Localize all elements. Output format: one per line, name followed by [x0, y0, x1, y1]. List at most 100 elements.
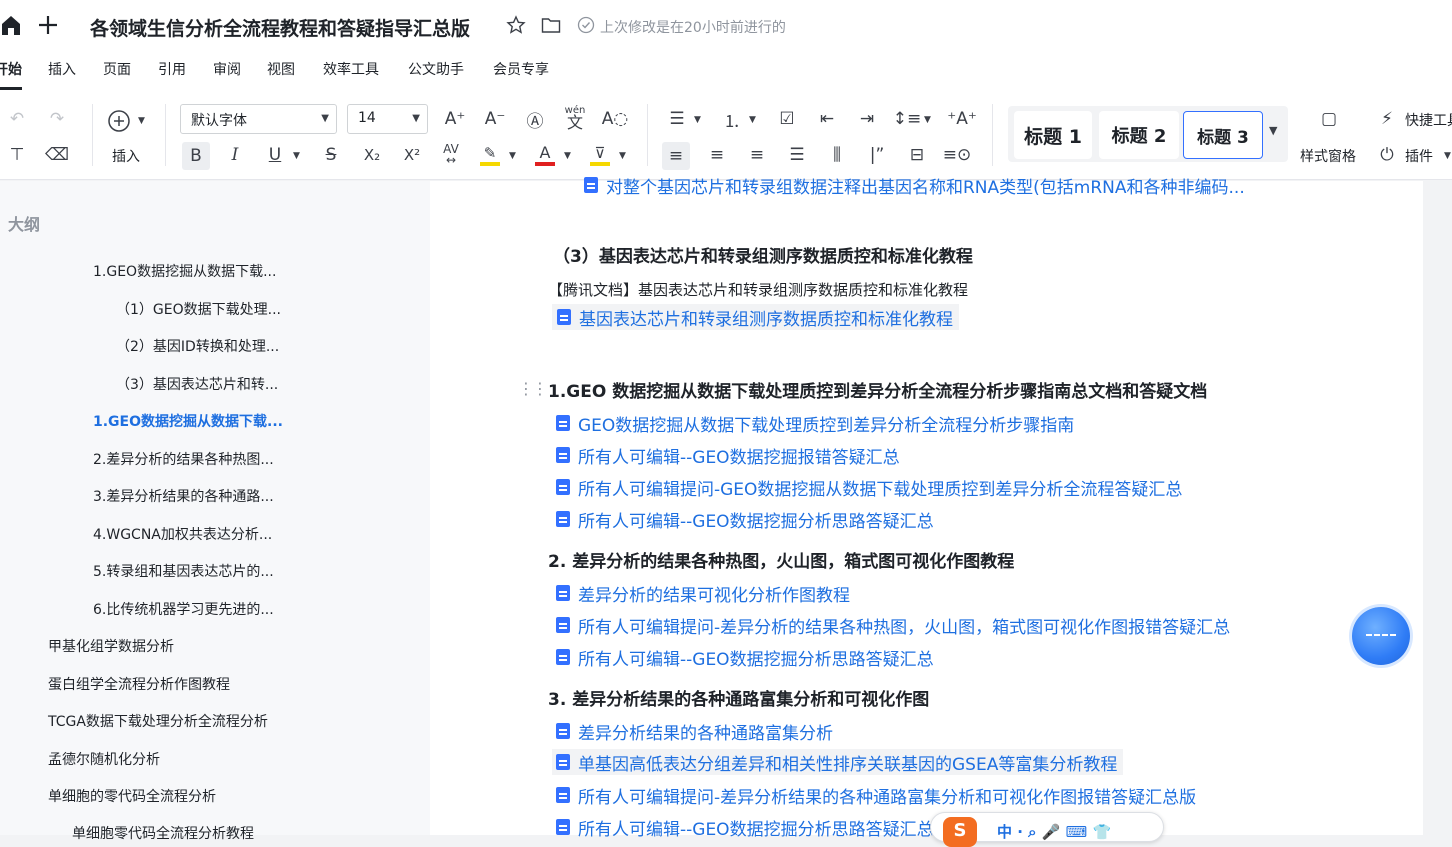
highlight-icon[interactable]: ✎ — [479, 142, 501, 168]
insert-label[interactable]: 插入 — [112, 146, 140, 166]
highlight-caret-icon[interactable]: ▼ — [509, 151, 516, 161]
style-heading-2[interactable]: 标题 2 — [1099, 111, 1179, 159]
line-spacing-icon[interactable]: ↕≡ — [893, 108, 922, 130]
doc-link[interactable]: 所有人可编辑--GEO数据挖掘分析思路答疑汇总 — [556, 814, 934, 840]
insert-caret-icon[interactable]: ▼ — [138, 116, 145, 126]
home-icon[interactable] — [0, 14, 22, 36]
ai-assistant-button[interactable] — [1352, 607, 1410, 665]
outline-item-active[interactable]: 1.GEO数据挖掘从数据下载... — [93, 411, 283, 431]
indent-icon[interactable]: ⇥ — [856, 108, 878, 130]
quote-icon[interactable]: |” — [866, 144, 888, 166]
outline-item[interactable]: （2）基因ID转换和处理... — [116, 336, 279, 356]
align-left-icon[interactable]: ≡ — [662, 142, 690, 170]
menu-member[interactable]: 会员专享 — [493, 59, 549, 79]
outline-item[interactable]: 甲基化组学数据分析 — [48, 636, 174, 656]
ime-controls[interactable]: 中 · ⌕ 🎤 ⌨ 👕 — [997, 821, 1111, 842]
menu-official-assistant[interactable]: 公文助手 — [408, 59, 464, 79]
plugins-label[interactable]: 插件 — [1405, 146, 1433, 166]
menu-page[interactable]: 页面 — [103, 59, 131, 79]
plugins-caret-icon[interactable]: ▼ — [1444, 151, 1451, 161]
menu-insert[interactable]: 插入 — [48, 59, 76, 79]
folder-icon[interactable] — [541, 16, 561, 34]
menu-reference[interactable]: 引用 — [158, 59, 186, 79]
outline-item[interactable]: 单细胞的零代码全流程分析 — [48, 786, 216, 806]
outline-item[interactable]: 1.GEO数据挖掘从数据下载... — [93, 261, 276, 281]
format-painter-icon[interactable]: ⊤ — [6, 144, 28, 166]
sogou-logo-icon[interactable]: S — [943, 817, 977, 847]
doc-link[interactable]: 所有人可编辑--GEO数据挖掘报错答疑汇总 — [556, 442, 900, 468]
plugin-icon[interactable]: ⏻ — [1376, 144, 1398, 166]
paragraph-settings-icon[interactable]: ≡⊙ — [943, 144, 972, 166]
menu-start[interactable]: 开始 — [0, 59, 22, 79]
redo-icon[interactable]: ↷ — [46, 108, 68, 130]
outdent-icon[interactable]: ⇤ — [816, 108, 838, 130]
bullet-list-caret-icon[interactable]: ▼ — [694, 115, 701, 125]
paragraph-spacing-icon[interactable]: ⁺A⁺ — [947, 108, 977, 130]
doc-link[interactable]: 差异分析结果的各种通路富集分析 — [556, 718, 833, 744]
doc-link[interactable]: 基因表达芯片和转录组测序数据质控和标准化教程 — [552, 304, 959, 330]
doc-link[interactable]: 差异分析的结果可视化分析作图教程 — [556, 580, 850, 606]
phonetic-icon[interactable]: wén 文 — [564, 104, 586, 132]
font-size-select[interactable]: 14 ▼ — [347, 104, 428, 134]
document-title[interactable]: 各领域生信分析全流程教程和答疑指导汇总版 — [90, 14, 470, 41]
distribute-icon[interactable]: ⫼ — [826, 144, 848, 166]
outline-item[interactable]: （1）GEO数据下载处理... — [116, 299, 281, 319]
line-spacing-caret-icon[interactable]: ▼ — [924, 115, 931, 125]
doc-link[interactable]: 所有人可编辑--GEO数据挖掘分析思路答疑汇总 — [556, 644, 934, 670]
outline-item[interactable]: （3）基因表达芯片和转... — [116, 374, 278, 394]
outline-item[interactable]: TCGA数据下载处理分析全流程分析 — [48, 711, 268, 731]
plus-icon[interactable] — [37, 14, 59, 36]
outline-item[interactable]: 蛋白组学全流程分析作图教程 — [48, 674, 230, 694]
subscript-icon[interactable]: X₂ — [360, 144, 384, 166]
outline-item[interactable]: 孟德尔随机化分析 — [48, 749, 160, 769]
style-gallery-expand-icon[interactable]: ▼ — [1269, 124, 1277, 137]
undo-icon[interactable]: ↶ — [6, 108, 28, 130]
outline-item[interactable]: 6.比传统机器学习更先进的... — [93, 599, 274, 619]
underline-icon[interactable]: U — [264, 144, 286, 166]
checklist-icon[interactable]: ☑ — [776, 108, 798, 130]
outline-item[interactable]: 2.差异分析的结果各种热图... — [93, 449, 274, 469]
doc-link[interactable]: 所有人可编辑--GEO数据挖掘分析思路答疑汇总 — [556, 506, 934, 532]
menu-efficiency-tools[interactable]: 效率工具 — [323, 59, 379, 79]
style-pane-icon[interactable]: ▢ — [1318, 108, 1340, 130]
font-color-icon[interactable]: A — [534, 142, 556, 168]
superscript-icon[interactable]: X² — [400, 144, 424, 166]
menu-view[interactable]: 视图 — [267, 59, 295, 79]
quick-tools-label[interactable]: 快捷工具 — [1405, 110, 1452, 130]
menu-review[interactable]: 审阅 — [213, 59, 241, 79]
style-heading-1[interactable]: 标题 1 — [1014, 111, 1092, 159]
align-center-icon[interactable]: ≡ — [706, 144, 728, 166]
doc-link[interactable]: 所有人可编辑提问-GEO数据挖掘从数据下载处理质控到差异分析全流程答疑汇总 — [556, 474, 1182, 500]
justify-icon[interactable]: ☰ — [786, 144, 808, 166]
numbered-list-icon[interactable]: ⒈ — [721, 108, 743, 132]
lightning-icon[interactable]: ⚡ — [1376, 108, 1398, 130]
align-right-icon[interactable]: ≡ — [746, 144, 768, 166]
outline-item[interactable]: 单细胞零代码全流程分析教程 — [72, 823, 254, 843]
doc-link[interactable]: 所有人可编辑提问-差异分析的结果各种热图，火山图，箱式图可视化作图报错答疑汇总 — [556, 612, 1230, 638]
outline-item[interactable]: 5.转录组和基因表达芯片的... — [93, 561, 274, 581]
font-shrink-icon[interactable]: A⁻ — [484, 108, 506, 130]
bold-icon[interactable]: B — [182, 142, 210, 170]
doc-link[interactable]: 单基因高低表达分组差异和相关性排序关联基因的GSEA等富集分析教程 — [552, 749, 1124, 775]
shading-icon[interactable]: ⊽ — [589, 142, 611, 168]
circled-a-icon[interactable]: Ⓐ — [524, 108, 546, 132]
underline-caret-icon[interactable]: ▼ — [293, 151, 300, 161]
shading-caret-icon[interactable]: ▼ — [619, 151, 626, 161]
italic-icon[interactable]: I — [224, 144, 246, 166]
font-grow-icon[interactable]: A⁺ — [444, 108, 466, 130]
font-color-caret-icon[interactable]: ▼ — [564, 151, 571, 161]
bullet-list-icon[interactable]: ☰ — [666, 108, 688, 130]
doc-link[interactable]: GEO数据挖掘从数据下载处理质控到差异分析全流程分析步骤指南 — [556, 410, 1074, 436]
strikethrough-icon[interactable]: S — [320, 144, 342, 166]
style-heading-3[interactable]: 标题 3 — [1183, 111, 1263, 159]
text-effect-icon[interactable]: A◌ — [602, 108, 628, 130]
clear-format-icon[interactable]: ⌫ — [45, 144, 69, 166]
style-pane-label[interactable]: 样式窗格 — [1300, 146, 1356, 166]
insert-plus-icon[interactable] — [107, 109, 131, 133]
doc-link[interactable]: 所有人可编辑提问-差异分析结果的各种通路富集分析和可视化作图报错答疑汇总版 — [556, 782, 1196, 808]
doc-link[interactable]: 对整个基因芯片和转录组数据注释出基因名称和RNA类型(包括mRNA和各种非编码.… — [584, 172, 1245, 198]
numbered-list-caret-icon[interactable]: ▼ — [749, 115, 756, 125]
drag-handle-icon[interactable]: ⋮⋮ — [518, 379, 548, 398]
outline-item[interactable]: 4.WGCNA加权共表达分析... — [93, 524, 272, 544]
font-family-select[interactable]: 默认字体 ▼ — [180, 104, 337, 134]
